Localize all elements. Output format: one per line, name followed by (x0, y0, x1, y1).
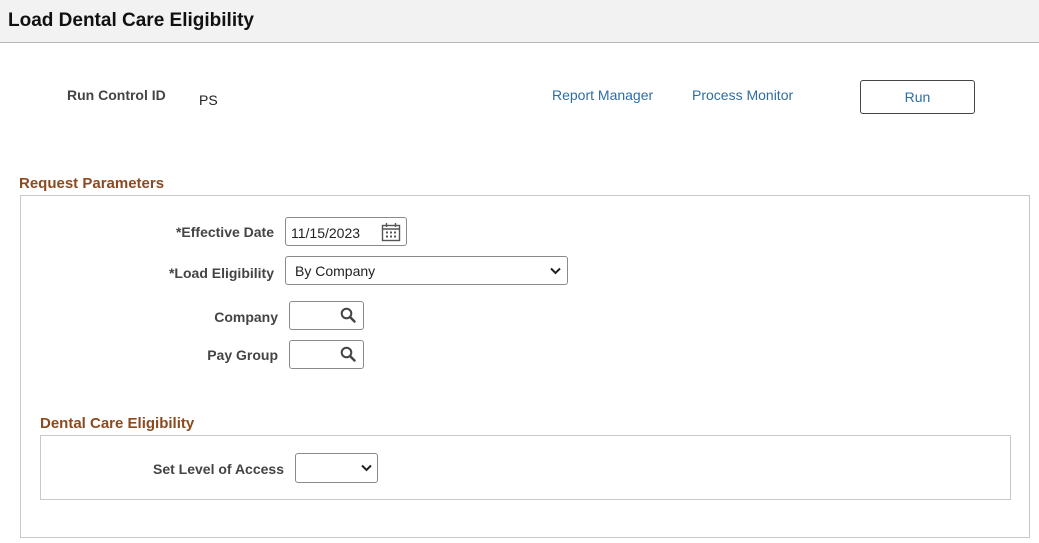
set-level-of-access-label: Set Level of Access (153, 461, 284, 477)
load-eligibility-value: By Company (295, 263, 376, 279)
search-icon[interactable] (340, 346, 356, 362)
page-title: Load Dental Care Eligibility (8, 10, 254, 31)
effective-date-value: 11/15/2023 (291, 225, 361, 241)
load-eligibility-select[interactable]: By Company (285, 256, 568, 285)
request-parameters-title: Request Parameters (19, 175, 165, 192)
run-control-id-value: PS (199, 92, 218, 108)
pay-group-label: Pay Group (207, 347, 278, 363)
chevron-down-icon (361, 464, 372, 472)
chevron-down-icon (550, 267, 561, 275)
load-eligibility-label: *Load Eligibility (168, 265, 274, 281)
pay-group-input[interactable] (289, 340, 364, 369)
dental-care-eligibility-title: Dental Care Eligibility (40, 415, 195, 432)
company-input[interactable] (289, 301, 364, 330)
calendar-icon[interactable] (381, 222, 401, 242)
set-level-of-access-select[interactable] (295, 453, 378, 483)
effective-date-label: *Effective Date (175, 224, 274, 240)
report-manager-link[interactable]: Report Manager (552, 87, 653, 103)
run-control-id-label: Run Control ID (67, 87, 166, 103)
search-icon[interactable] (340, 307, 356, 323)
company-label: Company (214, 309, 278, 325)
process-monitor-link[interactable]: Process Monitor (692, 87, 793, 103)
title-bar: Load Dental Care Eligibility (0, 0, 1039, 43)
effective-date-input[interactable]: 11/15/2023 (285, 217, 407, 246)
run-button[interactable]: Run (860, 80, 975, 114)
